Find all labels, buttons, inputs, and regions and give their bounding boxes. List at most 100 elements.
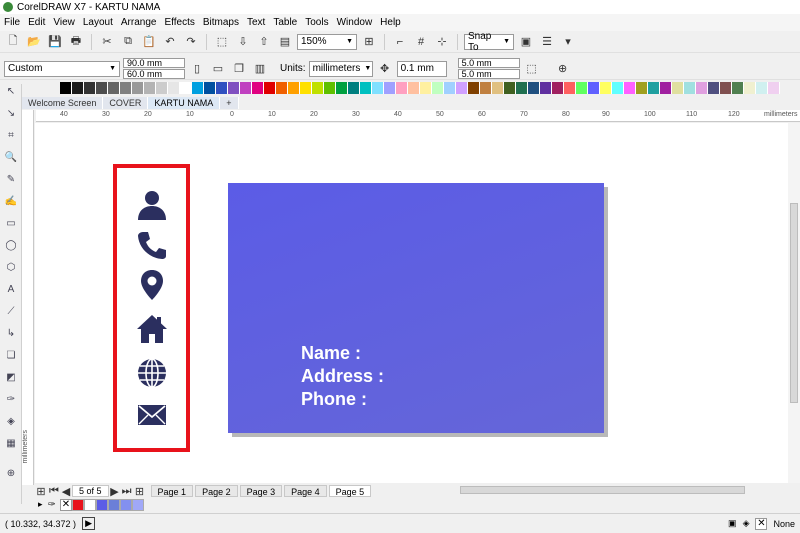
- palette-swatch[interactable]: [276, 82, 288, 94]
- palette-swatch[interactable]: [576, 82, 588, 94]
- text-tool-icon[interactable]: A: [3, 284, 19, 298]
- add-tool-icon[interactable]: ⊕: [3, 468, 19, 482]
- palette-swatch[interactable]: [264, 82, 276, 94]
- palette-swatch[interactable]: [480, 82, 492, 94]
- options-icon[interactable]: ☰: [538, 33, 556, 51]
- ellipse-tool-icon[interactable]: ◯: [3, 240, 19, 254]
- transparency-tool-icon[interactable]: ◩: [3, 372, 19, 386]
- document-palette-swatch[interactable]: [120, 499, 132, 511]
- palette-swatch[interactable]: [132, 82, 144, 94]
- palette-swatch[interactable]: [240, 82, 252, 94]
- palette-swatch[interactable]: [336, 82, 348, 94]
- palette-swatch[interactable]: [684, 82, 696, 94]
- palette-swatch[interactable]: [288, 82, 300, 94]
- snap-to-dropdown[interactable]: Snap To ▼: [464, 31, 514, 53]
- palette-swatch[interactable]: [252, 82, 264, 94]
- tab-welcome-screen[interactable]: Welcome Screen: [22, 97, 104, 109]
- document-palette-swatch[interactable]: [96, 499, 108, 511]
- tab-cover[interactable]: COVER: [103, 97, 149, 109]
- palette-swatch[interactable]: [420, 82, 432, 94]
- freehand-tool-icon[interactable]: ✎: [3, 174, 19, 188]
- import-icon[interactable]: ⇩: [234, 33, 252, 51]
- redo-icon[interactable]: ↷: [182, 33, 200, 51]
- landscape-icon[interactable]: ▭: [209, 60, 227, 78]
- menu-edit[interactable]: Edit: [24, 17, 49, 28]
- user-icon[interactable]: [135, 188, 169, 222]
- horizontal-scrollbar[interactable]: [460, 486, 745, 494]
- document-palette-menu-icon[interactable]: ▸: [38, 499, 43, 510]
- export-icon[interactable]: ⇧: [255, 33, 273, 51]
- page-tab-3[interactable]: Page 3: [239, 485, 283, 497]
- menu-view[interactable]: View: [49, 17, 79, 28]
- location-pin-icon[interactable]: [135, 268, 169, 302]
- mail-icon[interactable]: [135, 398, 169, 432]
- palette-swatch[interactable]: [768, 82, 780, 94]
- menu-help[interactable]: Help: [376, 17, 405, 28]
- card-text[interactable]: Name : Address : Phone :: [301, 342, 384, 411]
- phone-icon[interactable]: [135, 228, 169, 262]
- no-color-swatch-icon[interactable]: ✕: [60, 499, 72, 511]
- palette-swatch[interactable]: [348, 82, 360, 94]
- palette-swatch[interactable]: [456, 82, 468, 94]
- palette-swatch[interactable]: [504, 82, 516, 94]
- smart-fill-tool-icon[interactable]: ▦: [3, 438, 19, 452]
- business-card[interactable]: [228, 183, 604, 433]
- palette-swatch[interactable]: [588, 82, 600, 94]
- new-document-icon[interactable]: 🗋: [4, 33, 22, 51]
- nudge-distance-input[interactable]: 0.1 mm: [396, 60, 447, 77]
- palette-swatch[interactable]: [396, 82, 408, 94]
- print-icon[interactable]: 🖶: [67, 33, 85, 51]
- search-content-icon[interactable]: ⬚: [213, 33, 231, 51]
- palette-swatch[interactable]: [732, 82, 744, 94]
- paste-icon[interactable]: 📋: [140, 33, 158, 51]
- palette-swatch[interactable]: [744, 82, 756, 94]
- connector-tool-icon[interactable]: ↳: [3, 328, 19, 342]
- full-screen-preview-icon[interactable]: ⊞: [360, 33, 378, 51]
- zoom-level-select[interactable]: 150% ▼: [297, 33, 357, 50]
- palette-swatch[interactable]: [696, 82, 708, 94]
- crop-tool-icon[interactable]: ⌗: [3, 130, 19, 144]
- palette-swatch[interactable]: [120, 82, 132, 94]
- palette-swatch[interactable]: [648, 82, 660, 94]
- polygon-tool-icon[interactable]: ⬡: [3, 262, 19, 276]
- palette-swatch[interactable]: [516, 82, 528, 94]
- palette-swatch[interactable]: [204, 82, 216, 94]
- palette-swatch[interactable]: [84, 82, 96, 94]
- status-play-icon[interactable]: ▶: [82, 517, 95, 530]
- palette-swatch[interactable]: [216, 82, 228, 94]
- palette-swatch[interactable]: [552, 82, 564, 94]
- current-page-icon[interactable]: ▥: [251, 60, 269, 78]
- page-height-input[interactable]: 60.0 mm: [123, 69, 185, 79]
- page-width-input[interactable]: 90.0 mm: [123, 58, 185, 68]
- palette-swatch[interactable]: [564, 82, 576, 94]
- drop-shadow-tool-icon[interactable]: ❏: [3, 350, 19, 364]
- palette-swatch[interactable]: [156, 82, 168, 94]
- palette-swatch[interactable]: [756, 82, 768, 94]
- palette-swatch[interactable]: [660, 82, 672, 94]
- document-palette-swatch[interactable]: [72, 499, 84, 511]
- units-select[interactable]: millimeters ▼: [308, 60, 373, 77]
- artistic-media-tool-icon[interactable]: ✍: [3, 196, 19, 210]
- save-icon[interactable]: 💾: [46, 33, 64, 51]
- publish-pdf-icon[interactable]: ▤: [276, 33, 294, 51]
- palette-swatch[interactable]: [468, 82, 480, 94]
- welcome-screen-icon[interactable]: ▣: [517, 33, 535, 51]
- palette-swatch[interactable]: [312, 82, 324, 94]
- palette-swatch[interactable]: [612, 82, 624, 94]
- cut-icon[interactable]: ✂: [98, 33, 116, 51]
- menu-arrange[interactable]: Arrange: [117, 17, 161, 28]
- palette-swatch[interactable]: [384, 82, 396, 94]
- all-pages-icon[interactable]: ❐: [230, 60, 248, 78]
- palette-swatch[interactable]: [60, 82, 72, 94]
- menu-table[interactable]: Table: [269, 17, 301, 28]
- open-icon[interactable]: 📂: [25, 33, 43, 51]
- document-palette-swatch[interactable]: [84, 499, 96, 511]
- palette-swatch[interactable]: [492, 82, 504, 94]
- palette-swatch[interactable]: [300, 82, 312, 94]
- palette-swatch[interactable]: [636, 82, 648, 94]
- palette-swatch[interactable]: [600, 82, 612, 94]
- show-rulers-icon[interactable]: ⌐: [391, 33, 409, 51]
- document-palette-swatch[interactable]: [108, 499, 120, 511]
- globe-icon[interactable]: [135, 356, 169, 390]
- rectangle-tool-icon[interactable]: ▭: [3, 218, 19, 232]
